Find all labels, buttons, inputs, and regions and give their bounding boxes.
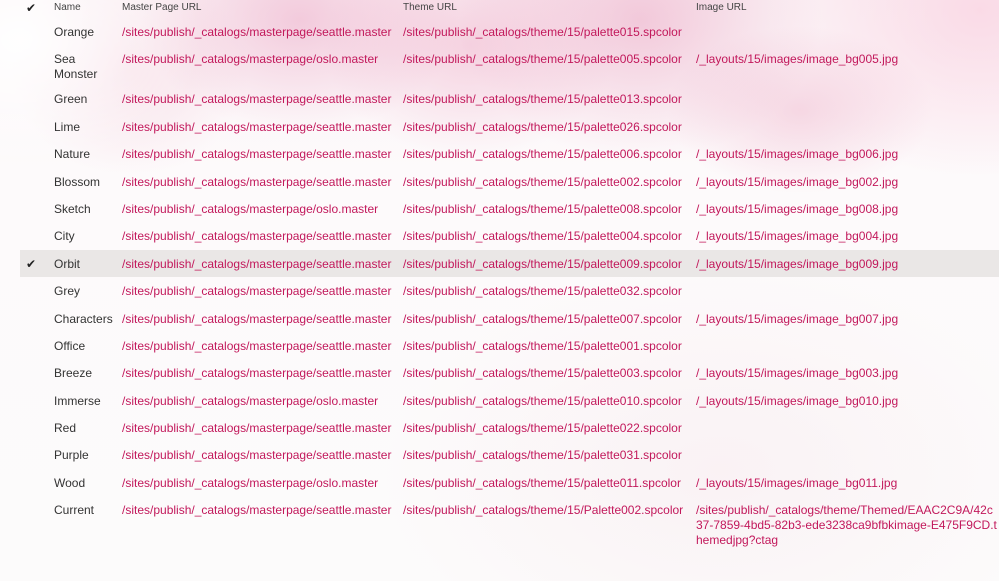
list-row[interactable]: Office /sites/publish/_catalogs/masterpa…	[20, 332, 999, 359]
image-url-link[interactable]: /_layouts/15/images/image_bg010.jpg	[696, 394, 898, 409]
theme-url-link[interactable]: /sites/publish/_catalogs/theme/15/palett…	[403, 339, 682, 354]
theme-url-link[interactable]: /sites/publish/_catalogs/theme/15/palett…	[403, 284, 682, 299]
theme-url-link[interactable]: /sites/publish/_catalogs/theme/15/palett…	[403, 25, 682, 40]
list-row[interactable]: Green /sites/publish/_catalogs/masterpag…	[20, 85, 999, 112]
master-page-url-link[interactable]: /sites/publish/_catalogs/masterpage/seat…	[122, 257, 391, 272]
look-name: Breeze	[54, 366, 93, 381]
list-row[interactable]: Blossom /sites/publish/_catalogs/masterp…	[20, 168, 999, 195]
look-name: Grey	[54, 284, 81, 299]
image-url-link[interactable]: /_layouts/15/images/image_bg006.jpg	[696, 147, 898, 162]
list-row[interactable]: City /sites/publish/_catalogs/masterpage…	[20, 222, 999, 249]
image-url-link[interactable]: /_layouts/15/images/image_bg004.jpg	[696, 229, 898, 244]
theme-url-link[interactable]: /sites/publish/_catalogs/theme/15/palett…	[403, 421, 682, 436]
theme-url-link[interactable]: /sites/publish/_catalogs/theme/15/palett…	[403, 394, 682, 409]
look-name: Wood	[54, 475, 86, 490]
column-header-master-page-url[interactable]: Master Page URL	[122, 2, 201, 14]
master-page-url-link[interactable]: /sites/publish/_catalogs/masterpage/oslo…	[122, 476, 378, 491]
list-row[interactable]: Sea Monster /sites/publish/_catalogs/mas…	[20, 45, 999, 85]
master-page-url-link[interactable]: /sites/publish/_catalogs/masterpage/seat…	[122, 25, 391, 40]
theme-url-link[interactable]: /sites/publish/_catalogs/theme/15/palett…	[403, 366, 682, 381]
list-header-row: ✔ Name Master Page URL Theme URL Image U…	[20, 0, 999, 18]
theme-url-link[interactable]: /sites/publish/_catalogs/theme/15/palett…	[403, 175, 682, 190]
look-name: Office	[54, 338, 86, 353]
look-name: Orange	[54, 25, 95, 39]
look-name: Blossom	[54, 174, 101, 189]
look-name: City	[54, 229, 75, 244]
image-url-link[interactable]: /_layouts/15/images/image_bg007.jpg	[696, 312, 898, 327]
theme-url-link[interactable]: /sites/publish/_catalogs/theme/15/palett…	[403, 312, 682, 327]
image-url-link[interactable]: /_layouts/15/images/image_bg003.jpg	[696, 366, 898, 381]
theme-url-link[interactable]: /sites/publish/_catalogs/theme/15/palett…	[403, 476, 681, 491]
master-page-url-link[interactable]: /sites/publish/_catalogs/masterpage/seat…	[122, 366, 391, 381]
master-page-url-link[interactable]: /sites/publish/_catalogs/masterpage/seat…	[122, 339, 391, 354]
look-name: Current	[54, 503, 95, 518]
look-name: Orbit	[54, 256, 81, 271]
look-name: Immerse	[54, 393, 101, 408]
look-name: Red	[54, 421, 77, 436]
look-name: Nature	[54, 147, 91, 162]
composed-looks-list: ✔ Name Master Page URL Theme URL Image U…	[20, 0, 999, 547]
column-header-name[interactable]: Name	[54, 2, 118, 14]
list-row[interactable]: Breeze /sites/publish/_catalogs/masterpa…	[20, 359, 999, 386]
theme-url-link[interactable]: /sites/publish/_catalogs/theme/15/Palett…	[403, 503, 683, 518]
image-url-link[interactable]: /_layouts/15/images/image_bg009.jpg	[696, 257, 898, 272]
look-name: Lime	[54, 119, 81, 134]
list-row[interactable]: Sketch /sites/publish/_catalogs/masterpa…	[20, 195, 999, 222]
theme-url-link[interactable]: /sites/publish/_catalogs/theme/15/palett…	[403, 120, 682, 135]
list-row-selected[interactable]: ✔ Orbit /sites/publish/_catalogs/masterp…	[20, 249, 999, 278]
theme-url-link[interactable]: /sites/publish/_catalogs/theme/15/palett…	[403, 92, 682, 107]
look-name: Characters	[54, 311, 113, 326]
list-row[interactable]: Current /sites/publish/_catalogs/masterp…	[20, 496, 999, 547]
list-row[interactable]: Purple /sites/publish/_catalogs/masterpa…	[20, 441, 999, 468]
master-page-url-link[interactable]: /sites/publish/_catalogs/masterpage/oslo…	[122, 52, 378, 67]
master-page-url-link[interactable]: /sites/publish/_catalogs/masterpage/oslo…	[122, 394, 378, 409]
column-header-theme-url[interactable]: Theme URL	[403, 2, 457, 14]
master-page-url-link[interactable]: /sites/publish/_catalogs/masterpage/seat…	[122, 503, 391, 518]
theme-url-link[interactable]: /sites/publish/_catalogs/theme/15/palett…	[403, 147, 682, 162]
list-row[interactable]: Orange /sites/publish/_catalogs/masterpa…	[20, 18, 999, 45]
look-name: Green	[54, 92, 88, 107]
theme-url-link[interactable]: /sites/publish/_catalogs/theme/15/palett…	[403, 229, 682, 244]
list-row[interactable]: Red /sites/publish/_catalogs/masterpage/…	[20, 414, 999, 441]
look-name: Sketch	[54, 201, 91, 216]
list-row[interactable]: Lime /sites/publish/_catalogs/masterpage…	[20, 113, 999, 140]
master-page-url-link[interactable]: /sites/publish/_catalogs/masterpage/seat…	[122, 312, 391, 327]
image-url-link[interactable]: /_layouts/15/images/image_bg011.jpg	[696, 476, 897, 491]
list-row[interactable]: Wood /sites/publish/_catalogs/masterpage…	[20, 469, 999, 496]
theme-url-link[interactable]: /sites/publish/_catalogs/theme/15/palett…	[403, 52, 682, 67]
master-page-url-link[interactable]: /sites/publish/_catalogs/masterpage/seat…	[122, 92, 391, 107]
master-page-url-link[interactable]: /sites/publish/_catalogs/masterpage/seat…	[122, 229, 391, 244]
image-url-link[interactable]: /_layouts/15/images/image_bg002.jpg	[696, 175, 898, 190]
master-page-url-link[interactable]: /sites/publish/_catalogs/masterpage/seat…	[122, 175, 391, 190]
theme-url-link[interactable]: /sites/publish/_catalogs/theme/15/palett…	[403, 448, 682, 463]
master-page-url-link[interactable]: /sites/publish/_catalogs/masterpage/seat…	[122, 147, 391, 162]
column-header-image-url[interactable]: Image URL	[696, 2, 747, 14]
master-page-url-link[interactable]: /sites/publish/_catalogs/masterpage/seat…	[122, 421, 391, 436]
master-page-url-link[interactable]: /sites/publish/_catalogs/masterpage/seat…	[122, 284, 391, 299]
master-page-url-link[interactable]: /sites/publish/_catalogs/masterpage/seat…	[122, 448, 391, 463]
list-row[interactable]: Immerse /sites/publish/_catalogs/masterp…	[20, 387, 999, 414]
list-row[interactable]: Grey /sites/publish/_catalogs/masterpage…	[20, 277, 999, 304]
theme-url-link[interactable]: /sites/publish/_catalogs/theme/15/palett…	[403, 257, 682, 272]
list-row[interactable]: Nature /sites/publish/_catalogs/masterpa…	[20, 140, 999, 167]
image-url-link[interactable]: /_layouts/15/images/image_bg008.jpg	[696, 202, 898, 217]
select-all-checkmark-icon[interactable]: ✔	[20, 2, 42, 14]
image-url-link[interactable]: /_layouts/15/images/image_bg005.jpg	[696, 52, 898, 67]
look-name: Purple	[54, 448, 89, 463]
theme-url-link[interactable]: /sites/publish/_catalogs/theme/15/palett…	[403, 202, 682, 217]
checkmark-icon[interactable]: ✔	[20, 257, 42, 272]
list-row[interactable]: Characters /sites/publish/_catalogs/mast…	[20, 305, 999, 332]
master-page-url-link[interactable]: /sites/publish/_catalogs/masterpage/seat…	[122, 120, 391, 135]
image-url-link[interactable]: /sites/publish/_catalogs/theme/Themed/EA…	[696, 503, 999, 548]
master-page-url-link[interactable]: /sites/publish/_catalogs/masterpage/oslo…	[122, 202, 378, 217]
look-name: Sea Monster	[54, 52, 98, 82]
